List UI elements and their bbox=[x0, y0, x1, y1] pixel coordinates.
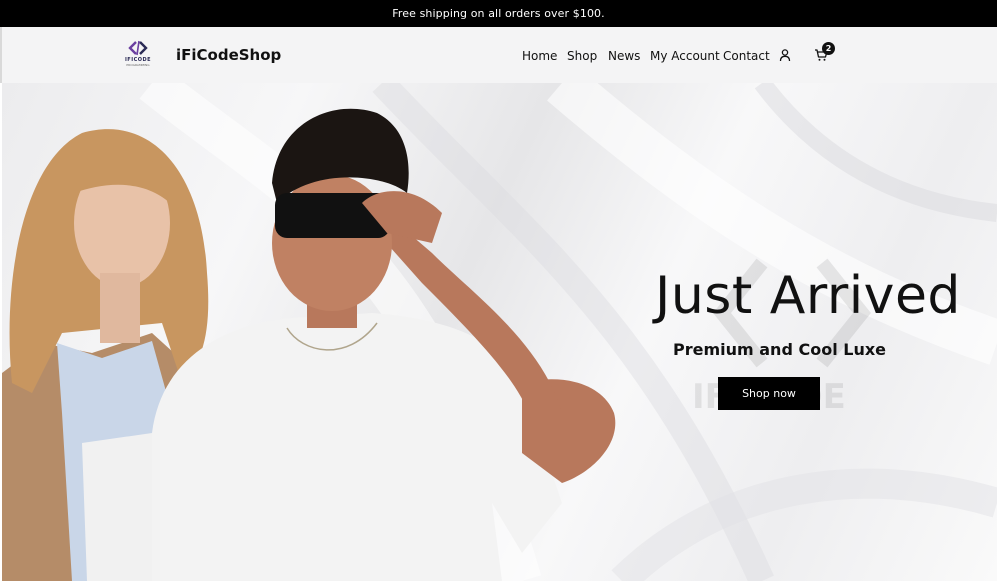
site-header: IFICODE PROGRAMMING iFiCodeShop bbox=[0, 27, 997, 83]
site-logo[interactable]: IFICODE PROGRAMMING bbox=[122, 40, 154, 70]
code-logo-icon bbox=[128, 40, 148, 56]
hero-subtitle: Premium and Cool Luxe bbox=[673, 340, 887, 359]
hero-title: Just Arrived bbox=[655, 266, 961, 326]
nav-home[interactable]: Home bbox=[522, 49, 557, 63]
shop-now-button[interactable]: Shop now bbox=[718, 377, 820, 410]
nav-my-account[interactable]: My Account bbox=[650, 49, 720, 63]
nav-shop[interactable]: Shop bbox=[567, 49, 597, 63]
nav-contact[interactable]: Contact bbox=[723, 49, 770, 63]
hero-banner: IFICODE Just Arrived Premium and Cool Lu… bbox=[2, 83, 997, 581]
announcement-text: Free shipping on all orders over $100. bbox=[392, 7, 605, 20]
logo-subtext: PROGRAMMING bbox=[126, 63, 150, 67]
announcement-bar: Free shipping on all orders over $100. bbox=[0, 0, 997, 27]
hero-image: IFICODE bbox=[2, 83, 997, 581]
nav-news[interactable]: News bbox=[608, 49, 640, 63]
cart-count-badge: 2 bbox=[822, 42, 835, 55]
model-man-figure bbox=[152, 108, 616, 581]
user-icon[interactable] bbox=[778, 48, 792, 62]
brand-name[interactable]: iFiCodeShop bbox=[176, 46, 281, 64]
